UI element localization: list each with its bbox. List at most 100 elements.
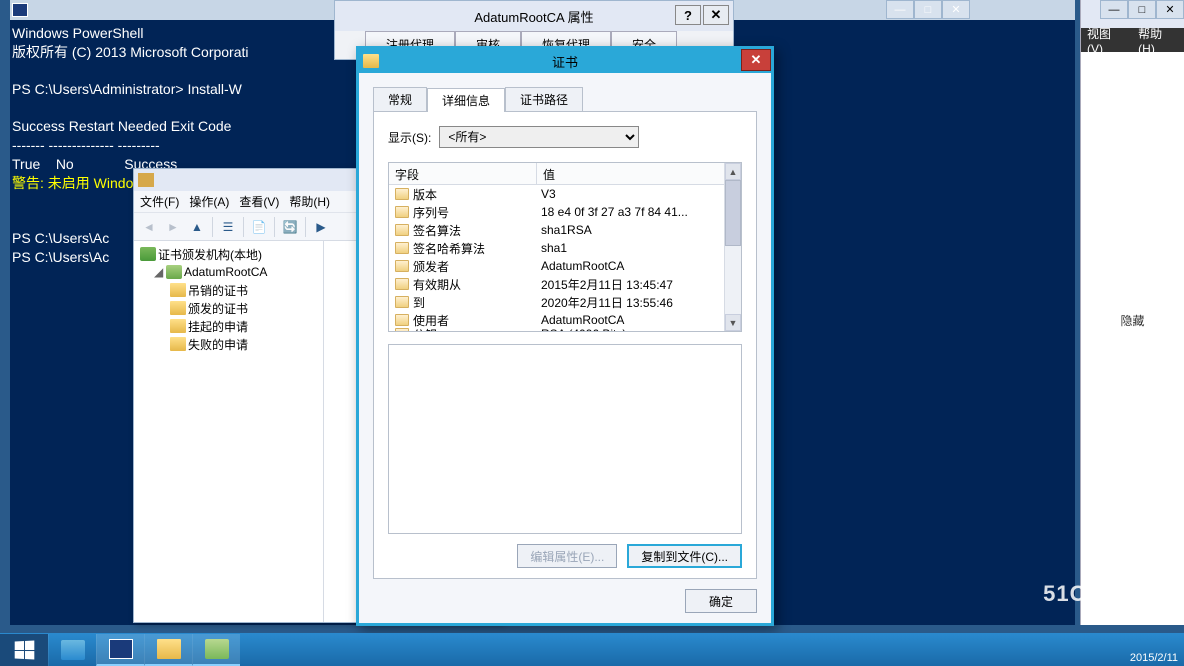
field-name: 版本 [413,186,541,203]
field-value: 18 e4 0f 3f 27 a3 7f 84 41... [541,205,741,219]
certificate-dialog: 证书 ✕ 常规 详细信息 证书路径 显示(S): <所有> 字段 值 版本V3序… [356,46,774,626]
show-label: 显示(S): [388,129,431,146]
menu-help[interactable]: 帮助(H) [1138,25,1178,56]
field-row[interactable]: 签名哈希算法sha1 [389,239,741,257]
back-button[interactable]: ◄ [138,216,160,238]
powershell-icon [109,639,133,659]
field-row[interactable]: 颁发者AdatumRootCA [389,257,741,275]
field-value: AdatumRootCA [541,313,741,327]
menubar: 视图(V) 帮助(H) [1081,28,1184,52]
field-name: 公钥 [413,326,541,333]
column-value[interactable]: 值 [537,163,741,184]
tray-date: 2015/2/11 [1130,652,1178,664]
show-hide-button[interactable]: ☰ [217,216,239,238]
field-value-textarea[interactable] [388,344,742,534]
certificate-title: 证书 [552,52,578,71]
help-button[interactable]: ? [675,5,701,25]
list-header: 字段 值 [389,163,741,185]
tab-general[interactable]: 常规 [373,87,427,111]
system-tray[interactable]: 2015/2/11 [1130,652,1178,664]
certificate-fields-list[interactable]: 字段 值 版本V3序列号18 e4 0f 3f 27 a3 7f 84 41..… [388,162,742,332]
hide-button[interactable]: 隐藏 [1120,314,1144,328]
tab-details[interactable]: 详细信息 [427,88,505,112]
field-row[interactable]: 有效期从2015年2月11日 13:45:47 [389,275,741,293]
field-icon [395,278,409,290]
field-icon [395,188,409,200]
close-button[interactable]: ✕ [703,5,729,25]
properties-title: AdatumRootCA 属性 [474,7,593,26]
minimize-button[interactable]: — [1100,0,1128,19]
folder-icon [170,337,186,351]
start-button[interactable] [0,634,48,666]
field-name: 签名算法 [413,222,541,239]
field-name: 序列号 [413,204,541,221]
tree-pending[interactable]: 挂起的申请 [136,317,321,335]
field-icon [395,296,409,308]
field-row[interactable]: 签名算法sha1RSA [389,221,741,239]
field-name: 到 [413,294,541,311]
field-row[interactable]: 版本V3 [389,185,741,203]
scroll-down-button[interactable]: ▼ [725,314,741,331]
tree-issued[interactable]: 颁发的证书 [136,299,321,317]
certificate-titlebar[interactable]: 证书 ✕ [359,49,771,73]
field-row[interactable]: 序列号18 e4 0f 3f 27 a3 7f 84 41... [389,203,741,221]
taskbar[interactable]: 2015/2/11 [0,633,1184,666]
menu-help[interactable]: 帮助(H) [289,193,330,210]
menu-action[interactable]: 操作(A) [189,193,229,210]
task-explorer[interactable] [144,634,192,666]
menu-view[interactable]: 查看(V) [239,193,279,210]
details-panel: 显示(S): <所有> 字段 值 版本V3序列号18 e4 0f 3f 27 a… [373,111,757,579]
certificate-icon [363,54,379,68]
close-button[interactable]: ✕ [1156,0,1184,19]
column-field[interactable]: 字段 [389,163,537,184]
close-button[interactable]: ✕ [741,49,771,71]
task-powershell[interactable] [96,634,144,666]
ok-button[interactable]: 确定 [685,589,757,613]
server-icon [166,265,182,279]
edit-properties-button: 编辑属性(E)... [517,544,617,568]
properties-button[interactable]: 📄 [248,216,270,238]
tree-ca-node[interactable]: ◢AdatumRootCA [136,263,321,281]
watermark: 51CTO.com 技术博客 1.Blog [1043,581,1174,626]
field-row[interactable]: 到2020年2月11日 13:55:46 [389,293,741,311]
field-value: V3 [541,187,741,201]
copy-to-file-button[interactable]: 复制到文件(C)... [627,544,742,568]
field-value: 2015年2月11日 13:45:47 [541,276,741,293]
field-name: 有效期从 [413,276,541,293]
folder-icon [170,283,186,297]
refresh-button[interactable]: 🔄 [279,216,301,238]
scrollbar[interactable]: ▲ ▼ [724,163,741,331]
scroll-up-button[interactable]: ▲ [725,163,741,180]
maximize-button[interactable]: □ [1128,0,1156,19]
play-button[interactable]: ▶ [310,216,332,238]
minimize-button[interactable]: — [886,0,914,19]
field-name: 颁发者 [413,258,541,275]
up-button[interactable]: ▲ [186,216,208,238]
tree-failed[interactable]: 失败的申请 [136,335,321,353]
scroll-thumb[interactable] [725,180,741,246]
powershell-icon [12,3,28,17]
tree-root[interactable]: 证书颁发机构(本地) [136,245,321,263]
menu-view[interactable]: 视图(V) [1087,25,1126,56]
close-button[interactable]: ✕ [942,0,970,19]
field-value: 2020年2月11日 13:55:46 [541,294,741,311]
certificate-tabs: 常规 详细信息 证书路径 [373,87,757,111]
show-select[interactable]: <所有> [439,126,639,148]
maximize-button[interactable]: □ [914,0,942,19]
forward-button[interactable]: ► [162,216,184,238]
folder-icon [170,319,186,333]
menu-file[interactable]: 文件(F) [140,193,179,210]
tree-revoked[interactable]: 吊销的证书 [136,281,321,299]
field-value: sha1 [541,241,741,255]
collapse-icon[interactable]: ◢ [154,265,166,279]
field-row[interactable]: 公钥RSA (4096 Bits) [389,329,741,332]
field-icon [395,224,409,236]
task-server-manager[interactable] [48,634,96,666]
tab-cert-path[interactable]: 证书路径 [505,87,583,111]
field-value: sha1RSA [541,223,741,237]
explorer-icon [157,639,181,659]
server-manager-window: — □ ✕ 视图(V) 帮助(H) 隐藏 [1080,0,1184,625]
properties-titlebar[interactable]: AdatumRootCA 属性 ? ✕ [335,1,733,31]
task-certsrv[interactable] [192,634,240,666]
mmc-tree: 证书颁发机构(本地) ◢AdatumRootCA 吊销的证书 颁发的证书 挂起的… [134,241,324,622]
